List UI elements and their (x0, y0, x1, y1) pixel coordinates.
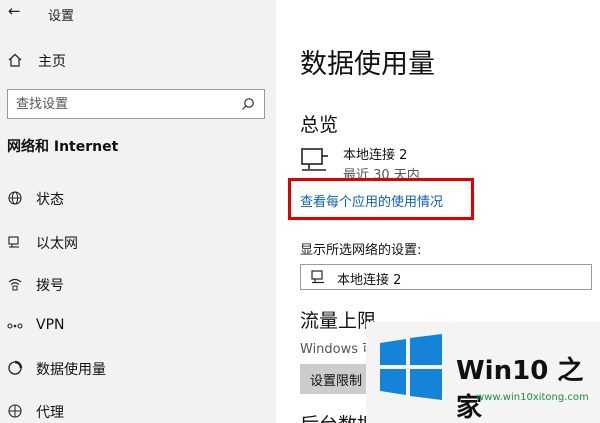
watermark-name: Win10 之家 (456, 356, 584, 423)
globe-icon (8, 191, 22, 205)
ethernet-icon (311, 270, 324, 284)
search-box[interactable] (7, 89, 265, 119)
network-select-value: 本地连接 2 (337, 273, 402, 288)
sidebar-item-label: 主页 (38, 54, 66, 70)
windows-logo-icon (380, 334, 442, 400)
sidebar-item-home[interactable]: 主页 (0, 48, 276, 74)
page-title: 数据使用量 (300, 49, 435, 80)
data-limit-heading: 流量上限 (300, 310, 377, 332)
search-icon[interactable] (241, 97, 255, 111)
data-limit-description: Windows 可 (300, 342, 376, 357)
ethernet-icon (8, 236, 19, 248)
sidebar-item-proxy[interactable]: 代理 (0, 396, 276, 423)
sidebar-item-label: VPN (36, 317, 65, 333)
overview-heading: 总览 (300, 114, 339, 136)
ethernet-connection-icon (301, 148, 328, 171)
watermark: Win10 之家 www.win10xitong.com (366, 322, 600, 423)
search-input[interactable] (16, 95, 236, 113)
sidebar-item-ethernet[interactable]: 以太网 (0, 227, 276, 257)
sidebar: ← 设置 主页 网络和 Internet 状态 以太网 (0, 0, 276, 423)
network-select[interactable]: 本地连接 2 (300, 264, 592, 290)
sidebar-item-label: 代理 (36, 405, 64, 421)
data-usage-icon (8, 360, 23, 375)
watermark-url: www.win10xitong.com (476, 392, 589, 403)
app-title: 设置 (48, 9, 75, 24)
sidebar-item-data-usage[interactable]: 数据使用量 (0, 353, 276, 383)
sidebar-item-label: 状态 (36, 192, 64, 208)
sidebar-item-label: 以太网 (36, 236, 78, 252)
connection-name: 本地连接 2 (343, 148, 408, 163)
vpn-icon (7, 323, 23, 329)
network-select-label: 显示所选网络的设置: (300, 243, 422, 258)
proxy-icon (8, 404, 22, 418)
sidebar-item-status[interactable]: 状态 (0, 183, 276, 213)
home-icon (8, 53, 22, 67)
back-arrow-icon[interactable]: ← (8, 2, 21, 20)
background-data-heading: 后台数据 (300, 410, 376, 423)
dialup-icon (8, 278, 22, 291)
sidebar-item-dialup[interactable]: 拨号 (0, 269, 276, 299)
sidebar-item-label: 拨号 (36, 278, 64, 294)
sidebar-item-label: 数据使用量 (36, 362, 106, 378)
section-title: 网络和 Internet (7, 139, 119, 155)
sidebar-item-vpn[interactable]: VPN (0, 311, 276, 341)
title-bar: ← 设置 (0, 0, 276, 28)
per-app-usage-link[interactable]: 查看每个应用的使用情况 (300, 191, 443, 210)
